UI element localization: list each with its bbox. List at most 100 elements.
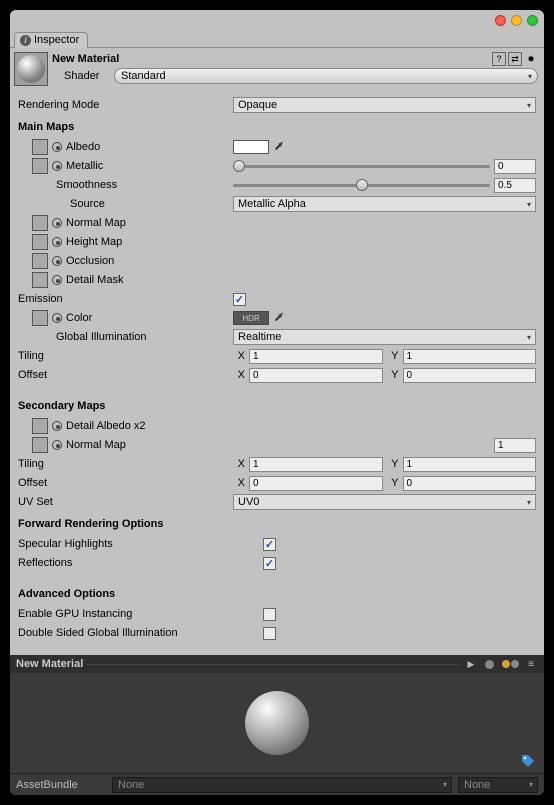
x-label: X bbox=[233, 458, 245, 470]
window-titlebar bbox=[10, 10, 544, 30]
material-header: New Material ? ⇄ ✸ Shader Standard bbox=[10, 48, 544, 90]
global-illumination-label: Global Illumination bbox=[18, 331, 233, 343]
height-map-label: Height Map bbox=[66, 236, 122, 248]
tiling-y-field[interactable] bbox=[403, 349, 537, 364]
detail-mask-texture-slot[interactable] bbox=[32, 272, 48, 288]
occlusion-texture-slot[interactable] bbox=[32, 253, 48, 269]
forward-rendering-header: Forward Rendering Options bbox=[18, 515, 536, 533]
main-maps-header: Main Maps bbox=[18, 118, 536, 136]
metallic-label: Metallic bbox=[66, 160, 103, 172]
close-window-button[interactable] bbox=[495, 15, 506, 26]
rendering-mode-label: Rendering Mode bbox=[18, 99, 233, 111]
minimize-window-button[interactable] bbox=[511, 15, 522, 26]
menu-icon[interactable]: ≡ bbox=[524, 657, 538, 671]
reflections-checkbox[interactable] bbox=[263, 557, 276, 570]
preview-drag-handle[interactable] bbox=[87, 664, 460, 665]
offset-label: Offset bbox=[18, 369, 233, 381]
metallic-texture-slot[interactable] bbox=[32, 158, 48, 174]
tiling-x-field[interactable] bbox=[249, 349, 383, 364]
asset-label-icon[interactable] bbox=[520, 753, 536, 769]
secondary-normal-value-field[interactable] bbox=[494, 438, 536, 453]
target-icon bbox=[52, 313, 62, 323]
tab-bar: i Inspector bbox=[10, 30, 544, 48]
secondary-tiling-x-field[interactable] bbox=[249, 457, 383, 472]
secondary-normal-map-label: Normal Map bbox=[66, 439, 126, 451]
global-illumination-dropdown[interactable]: Realtime bbox=[233, 329, 536, 345]
shader-dropdown[interactable]: Standard bbox=[114, 68, 538, 84]
albedo-color-swatch[interactable] bbox=[233, 140, 269, 154]
secondary-offset-label: Offset bbox=[18, 477, 233, 489]
assetbundle-variant-dropdown[interactable]: None bbox=[458, 777, 538, 793]
smoothness-slider[interactable] bbox=[233, 178, 490, 192]
target-icon bbox=[52, 440, 62, 450]
target-icon bbox=[52, 218, 62, 228]
x-label: X bbox=[233, 477, 245, 489]
preview-viewport[interactable] bbox=[10, 673, 544, 773]
emission-hdr-swatch[interactable]: HDR bbox=[233, 311, 269, 325]
double-sided-gi-checkbox[interactable] bbox=[263, 627, 276, 640]
occlusion-label: Occlusion bbox=[66, 255, 114, 267]
preview-title: New Material bbox=[16, 658, 83, 670]
help-icon[interactable]: ? bbox=[492, 52, 506, 66]
sphere-icon[interactable] bbox=[482, 657, 496, 671]
gpu-instancing-checkbox[interactable] bbox=[263, 608, 276, 621]
uv-set-label: UV Set bbox=[18, 496, 233, 508]
inspector-window: i Inspector New Material ? ⇄ ✸ Shader St… bbox=[10, 10, 544, 795]
emission-label: Emission bbox=[18, 293, 233, 305]
secondary-offset-y-field[interactable] bbox=[403, 476, 537, 491]
eyedropper-icon[interactable] bbox=[273, 311, 285, 326]
y-label: Y bbox=[387, 458, 399, 470]
offset-x-field[interactable] bbox=[249, 368, 383, 383]
material-thumbnail[interactable] bbox=[14, 52, 48, 86]
secondary-normal-map-texture-slot[interactable] bbox=[32, 437, 48, 453]
lighting-icon[interactable] bbox=[500, 657, 520, 671]
material-preview-sphere bbox=[245, 691, 309, 755]
normal-map-label: Normal Map bbox=[66, 217, 126, 229]
zoom-window-button[interactable] bbox=[527, 15, 538, 26]
secondary-tiling-y-field[interactable] bbox=[403, 457, 537, 472]
inspector-tab[interactable]: i Inspector bbox=[14, 32, 88, 48]
emission-color-texture-slot[interactable] bbox=[32, 310, 48, 326]
target-icon bbox=[52, 161, 62, 171]
emission-checkbox[interactable] bbox=[233, 293, 246, 306]
normal-map-texture-slot[interactable] bbox=[32, 215, 48, 231]
secondary-maps-header: Secondary Maps bbox=[18, 397, 536, 415]
detail-albedo-texture-slot[interactable] bbox=[32, 418, 48, 434]
inspector-content: Rendering Mode Opaque Main Maps Albedo M… bbox=[10, 90, 544, 655]
gear-icon[interactable]: ✸ bbox=[524, 52, 538, 66]
reflections-label: Reflections bbox=[18, 557, 263, 569]
metallic-field[interactable] bbox=[494, 159, 536, 174]
x-label: X bbox=[233, 350, 245, 362]
albedo-label: Albedo bbox=[66, 141, 100, 153]
specular-highlights-label: Specular Highlights bbox=[18, 538, 263, 550]
smoothness-field[interactable] bbox=[494, 178, 536, 193]
gpu-instancing-label: Enable GPU Instancing bbox=[18, 608, 263, 620]
window-controls bbox=[495, 15, 538, 26]
target-icon bbox=[52, 142, 62, 152]
advanced-options-header: Advanced Options bbox=[18, 585, 536, 603]
rendering-mode-dropdown[interactable]: Opaque bbox=[233, 97, 536, 113]
assetbundle-bar: AssetBundle None None bbox=[10, 773, 544, 795]
target-icon bbox=[52, 421, 62, 431]
preview-header[interactable]: New Material ▶ ≡ bbox=[10, 655, 544, 673]
x-label: X bbox=[233, 369, 245, 381]
offset-y-field[interactable] bbox=[403, 368, 537, 383]
uv-set-dropdown[interactable]: UV0 bbox=[233, 494, 536, 510]
preview-panel: New Material ▶ ≡ AssetBundle None None bbox=[10, 655, 544, 795]
tiling-label: Tiling bbox=[18, 350, 233, 362]
play-icon[interactable]: ▶ bbox=[464, 657, 478, 671]
target-icon bbox=[52, 237, 62, 247]
albedo-texture-slot[interactable] bbox=[32, 139, 48, 155]
y-label: Y bbox=[387, 477, 399, 489]
preset-icon[interactable]: ⇄ bbox=[508, 52, 522, 66]
secondary-tiling-label: Tiling bbox=[18, 458, 233, 470]
metallic-slider[interactable] bbox=[233, 159, 490, 173]
smoothness-source-dropdown[interactable]: Metallic Alpha bbox=[233, 196, 536, 212]
secondary-offset-x-field[interactable] bbox=[249, 476, 383, 491]
height-map-texture-slot[interactable] bbox=[32, 234, 48, 250]
assetbundle-label: AssetBundle bbox=[16, 779, 106, 791]
specular-highlights-checkbox[interactable] bbox=[263, 538, 276, 551]
assetbundle-name-dropdown[interactable]: None bbox=[112, 777, 452, 793]
tab-label: Inspector bbox=[34, 34, 79, 46]
eyedropper-icon[interactable] bbox=[273, 140, 285, 155]
